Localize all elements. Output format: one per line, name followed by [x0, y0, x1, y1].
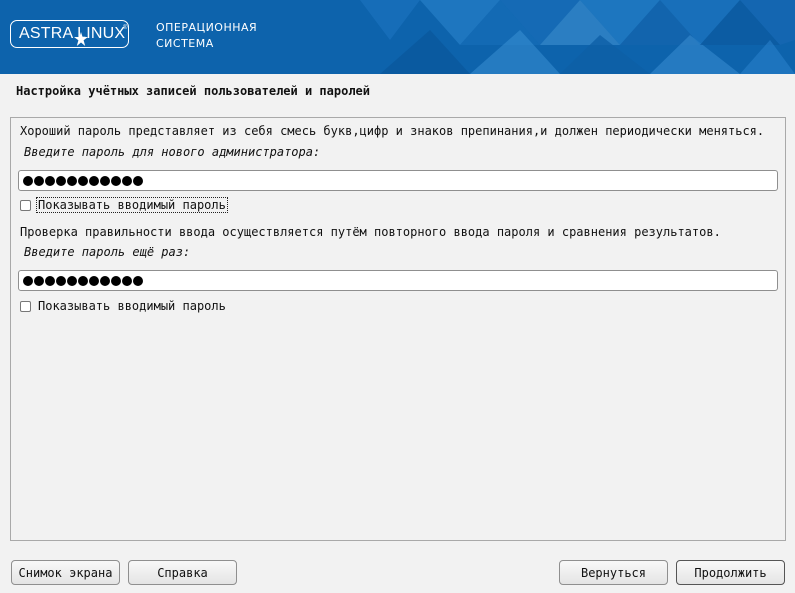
password-mask-dot [45, 275, 55, 286]
password-input[interactable] [18, 170, 778, 191]
password-mask-dot [78, 175, 88, 186]
password-mask-dot [67, 175, 77, 186]
screenshot-button[interactable]: Снимок экрана [11, 560, 120, 585]
password-prompt: Введите пароль для нового администратора… [24, 145, 321, 159]
password-mask-dot [34, 175, 44, 186]
astra-linux-logo: ASTRA LINUX ® [10, 20, 129, 48]
logo-text: ASTRA LINUX [19, 25, 126, 42]
password-mask-dot [56, 175, 66, 186]
header-banner: ASTRA LINUX ® ОПЕРАЦИОННАЯ СИСТЕМА [0, 0, 795, 74]
password-mask-dot [100, 275, 110, 286]
password-mask-dot [56, 275, 66, 286]
password-mask-dot [34, 275, 44, 286]
tagline-line-2: СИСТЕМА [156, 37, 214, 50]
password-mask-dot [23, 175, 33, 186]
password-hint: Хороший пароль представляет из себя смес… [20, 124, 765, 138]
help-button[interactable]: Справка [128, 560, 237, 585]
verify-prompt: Введите пароль ещё раз: [24, 245, 191, 259]
show-password-toggle[interactable]: Показывать вводимый пароль [20, 197, 228, 213]
registered-mark: ® [123, 25, 128, 31]
password-mask-dot [133, 175, 143, 186]
password-mask-dot [45, 175, 55, 186]
show-password-label[interactable]: Показывать вводимый пароль [36, 197, 228, 213]
password-mask-dot [100, 175, 110, 186]
password-mask-dot [67, 275, 77, 286]
password-mask-dot [89, 275, 99, 286]
password-mask-dot [122, 275, 132, 286]
password-mask-dot [111, 175, 121, 186]
password-mask-dot [89, 175, 99, 186]
password-mask-dot [133, 275, 143, 286]
show-password-checkbox[interactable] [20, 199, 31, 211]
password-mask-dot [78, 275, 88, 286]
verify-hint: Проверка правильности ввода осуществляет… [20, 225, 721, 239]
back-button[interactable]: Вернуться [559, 560, 668, 585]
show-verify-password-checkbox[interactable] [20, 300, 31, 312]
password-mask-dot [111, 275, 121, 286]
password-mask-dot [23, 275, 33, 286]
tagline-line-1: ОПЕРАЦИОННАЯ [156, 21, 258, 34]
show-verify-password-toggle[interactable]: Показывать вводимый пароль [20, 298, 227, 314]
verify-password-input[interactable] [18, 270, 778, 291]
continue-button[interactable]: Продолжить [676, 560, 785, 585]
show-verify-password-label[interactable]: Показывать вводимый пароль [37, 299, 227, 313]
tagline: ОПЕРАЦИОННАЯ СИСТЕМА [156, 20, 257, 52]
main-panel: Хороший пароль представляет из себя смес… [10, 117, 786, 541]
password-mask-dot [122, 175, 132, 186]
page-title: Настройка учётных записей пользователей … [16, 84, 371, 98]
